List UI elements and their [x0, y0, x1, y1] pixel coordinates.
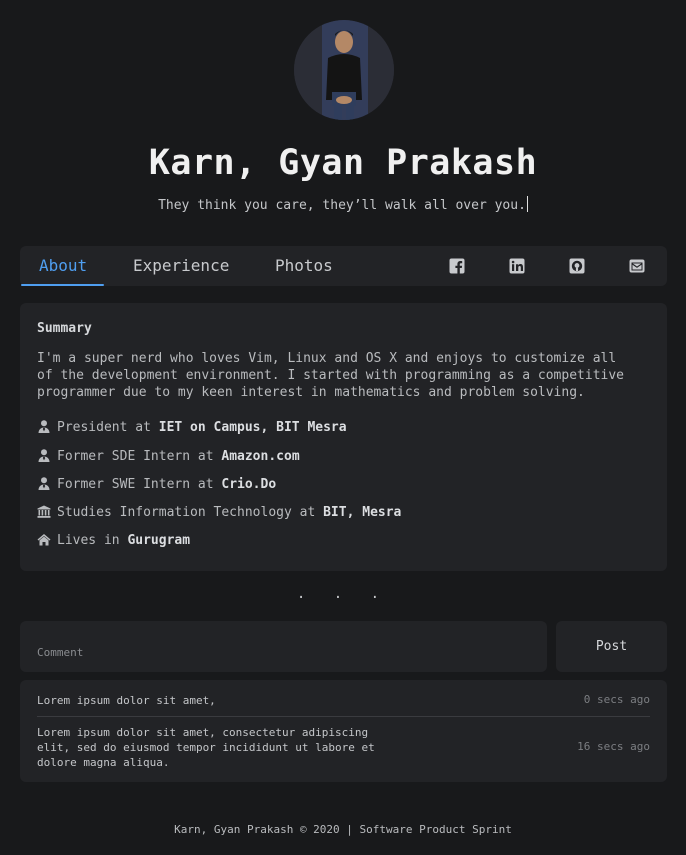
tab-experience[interactable]: Experience	[133, 246, 229, 286]
text-cursor	[526, 196, 528, 212]
home-icon	[37, 533, 51, 546]
user-tie-icon	[37, 449, 51, 462]
fact-studies: Studies Information Technology at BIT, M…	[37, 505, 401, 520]
comment-text: Lorem ipsum dolor sit amet,	[37, 694, 216, 707]
section-separator: . . .	[296, 586, 390, 602]
university-icon	[37, 505, 51, 518]
tab-about[interactable]: About	[39, 246, 87, 286]
comment-time: 16 secs ago	[577, 740, 650, 753]
post-button[interactable]: Post	[556, 621, 667, 672]
comment-time: 0 secs ago	[583, 693, 650, 706]
fact-crio: Former SWE Intern at Crio.Do	[37, 477, 276, 492]
summary-title: Summary	[37, 321, 92, 336]
comment-box	[20, 621, 547, 672]
fact-president: President at IET on Campus, BIT Mesra	[37, 420, 347, 435]
profile-avatar	[294, 20, 394, 120]
comment-input[interactable]	[20, 621, 547, 672]
fact-amazon: Former SDE Intern at Amazon.com	[37, 449, 300, 464]
footer-text: Karn, Gyan Prakash © 2020 | Software Pro…	[174, 823, 512, 836]
github-icon[interactable]	[569, 258, 585, 274]
comment-divider	[37, 716, 650, 717]
about-card: Summary I'm a super nerd who loves Vim, …	[20, 303, 667, 571]
user-tie-icon	[37, 477, 51, 490]
profile-name: Karn, Gyan Prakash	[148, 143, 538, 183]
linkedin-icon[interactable]	[509, 258, 525, 274]
comment-text: Lorem ipsum dolor sit amet, consectetur …	[37, 726, 375, 769]
comments-list: Lorem ipsum dolor sit amet, 0 secs ago L…	[20, 680, 667, 782]
active-tab-indicator	[21, 284, 104, 286]
tab-bar: About Experience Photos	[20, 246, 667, 286]
facebook-icon[interactable]	[449, 258, 465, 274]
email-icon[interactable]	[629, 258, 645, 274]
user-tie-icon	[37, 420, 51, 433]
summary-text: I'm a super nerd who loves Vim, Linux an…	[37, 351, 624, 400]
profile-tagline: They think you care, they’ll walk all ov…	[158, 196, 528, 213]
fact-lives: Lives in Gurugram	[37, 533, 190, 548]
tab-photos[interactable]: Photos	[275, 246, 333, 286]
